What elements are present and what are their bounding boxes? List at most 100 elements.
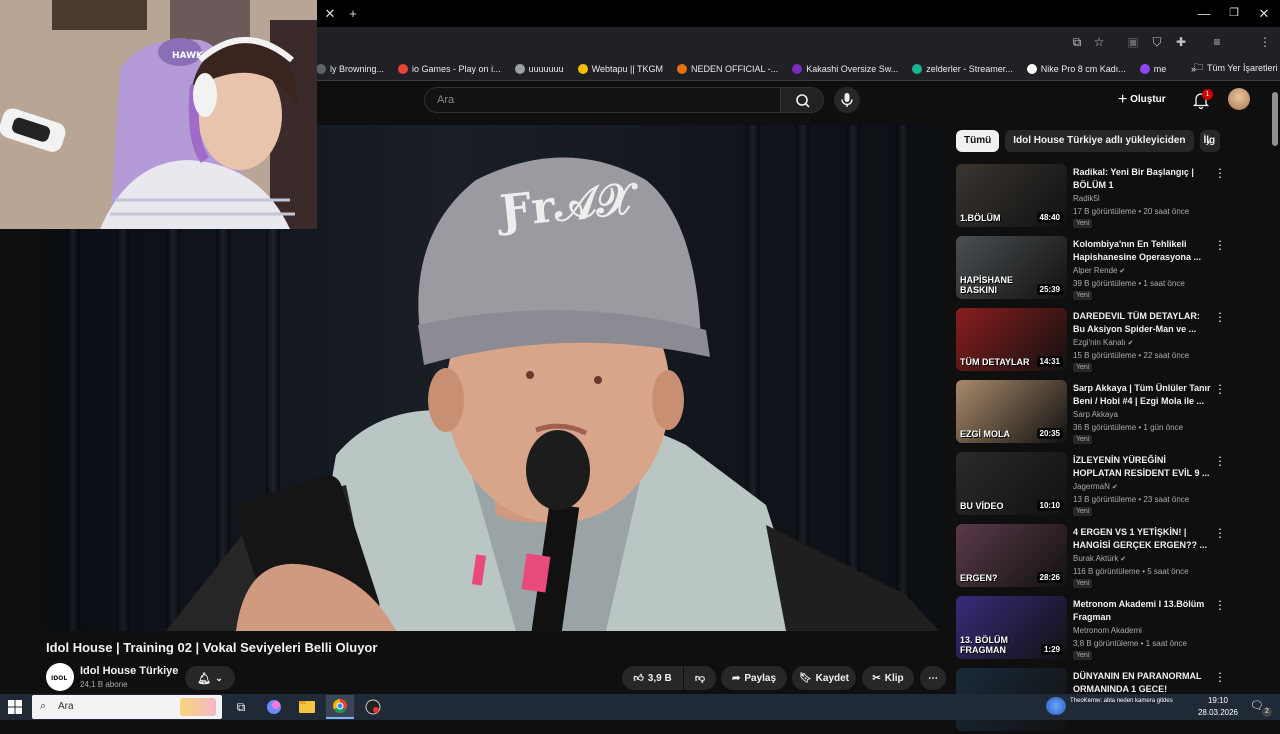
recommended-channel-name[interactable]: Sarp Akkaya: [1073, 410, 1118, 419]
windows-start-icon[interactable]: [8, 700, 22, 714]
chrome-icon[interactable]: [326, 695, 354, 719]
recommended-video-title[interactable]: 4 ERGEN VS 1 YETİŞKİN! | HANGİSİ GERÇEK …: [1073, 526, 1211, 552]
copilot-icon[interactable]: [260, 695, 288, 719]
more-options-icon[interactable]: ⋮: [1214, 454, 1226, 468]
page-scrollbar[interactable]: [1272, 92, 1278, 146]
system-clock[interactable]: 19:10 28.03.2026: [1196, 695, 1240, 719]
bookmark-label: zelderler - Streamer...: [926, 63, 1013, 74]
video-thumbnail[interactable]: EZGİ MOLA 20:35: [956, 380, 1067, 443]
recommended-video-meta: 13 B görüntüleme • 23 saat önce: [1073, 495, 1190, 504]
more-options-icon[interactable]: ⋮: [1214, 238, 1226, 252]
recommended-channel-name[interactable]: JagermaN ✔: [1073, 482, 1118, 491]
search-button[interactable]: [780, 87, 824, 113]
close-window-button[interactable]: ✕: [1254, 0, 1274, 27]
recommended-channel-name[interactable]: Burak Aktürk ✔: [1073, 554, 1126, 563]
recommended-video[interactable]: HAPİSHANE BASKINI 25:39 Kolombiya'nın En T…: [956, 236, 1232, 302]
webcam-overlay: HAWK: [0, 0, 317, 229]
file-explorer-icon[interactable]: [293, 695, 321, 719]
bookmark-item[interactable]: zelderler - Streamer...: [905, 63, 1020, 74]
save-button[interactable]: 🔖︎ Kaydet: [792, 666, 856, 690]
video-thumbnail[interactable]: 1.BÖLÜM 48:40: [956, 164, 1067, 227]
channel-avatar[interactable]: IDOL: [46, 663, 74, 691]
recommended-video[interactable]: 1.BÖLÜM 48:40 Radikal: Yeni Bir Başlangıç …: [956, 164, 1232, 230]
more-options-icon[interactable]: ⋮: [1214, 166, 1226, 180]
more-options-icon[interactable]: ⋮: [1214, 598, 1226, 612]
channel-name[interactable]: Idol House Türkiye: [80, 665, 178, 677]
create-button[interactable]: + Oluştur: [1118, 89, 1178, 111]
bookmark-item[interactable]: io Games - Play on i...: [391, 63, 508, 74]
media-control-icon[interactable]: ≡: [1206, 27, 1228, 57]
recommended-video-title[interactable]: Sarp Akkaya | Tüm Ünlüler Tanır Beni / H…: [1073, 382, 1211, 408]
more-horizontal-icon: ⋯: [928, 672, 938, 684]
bookmark-item[interactable]: Webtapu || TKGM: [571, 63, 670, 74]
all-bookmarks-button[interactable]: 🗀 Tüm Yer İşaretleri: [1194, 60, 1278, 76]
share-button[interactable]: ➦ Paylaş: [721, 666, 787, 690]
search-icon: [796, 94, 810, 108]
search-input[interactable]: Ara: [424, 87, 781, 113]
new-tab-button[interactable]: +: [343, 0, 363, 27]
recommended-video[interactable]: 13. BÖLÜM FRAGMAN 1:29 Metronom Akademi I …: [956, 596, 1232, 662]
clip-button[interactable]: ✂ Klip: [862, 666, 914, 690]
subscription-bell-button[interactable]: 🔔︎ ⌄: [185, 666, 235, 690]
bookmark-item[interactable]: me: [1133, 63, 1174, 74]
plus-icon: +: [1118, 91, 1128, 108]
more-actions-button[interactable]: ⋯: [920, 666, 946, 690]
recommended-video-title[interactable]: Kolombiya'nın En Tehlikeli Hapishanesine…: [1073, 238, 1211, 264]
like-button[interactable]: 👍︎ 3,9 B: [622, 666, 683, 690]
verified-check-icon: ✔: [1109, 484, 1118, 491]
extension-icon[interactable]: ▣: [1122, 27, 1144, 57]
more-options-icon[interactable]: ⋮: [1214, 382, 1226, 396]
bookmark-item[interactable]: NEDEN OFFICIAL -...: [670, 63, 785, 74]
recommended-video[interactable]: TÜM DETAYLAR 14:31 DAREDEVIL TÜM DETAYLAR:…: [956, 308, 1232, 374]
recommended-video-title[interactable]: DAREDEVIL TÜM DETAYLAR: Bu Aksiyon Spide…: [1073, 310, 1211, 336]
chevron-right-icon[interactable]: ›: [1200, 133, 1216, 149]
dislike-button[interactable]: 👎︎: [684, 666, 716, 690]
thumbnail-text: TÜM DETAYLAR: [960, 357, 1030, 367]
recommended-video-meta: 3,8 B görüntüleme • 1 saat önce: [1073, 639, 1187, 648]
search-icon: ⌕: [40, 700, 47, 712]
recommended-video-title[interactable]: Radikal: Yeni Bir Başlangıç | BÖLÜM 1: [1073, 166, 1211, 192]
recommended-video[interactable]: ERGEN? 28:26 4 ERGEN VS 1 YETİŞKİN! | HANG…: [956, 524, 1232, 590]
verified-check-icon: ✔: [1118, 556, 1127, 563]
video-duration: 20:35: [1036, 428, 1063, 439]
recommended-channel-name[interactable]: Ezgi'nin Kanalı ✔: [1073, 338, 1133, 347]
voice-search-button[interactable]: [834, 87, 860, 113]
minimize-window-button[interactable]: —: [1194, 0, 1214, 27]
recommended-video[interactable]: EZGİ MOLA 20:35 Sarp Akkaya | Tüm Ünlüler …: [956, 380, 1232, 446]
video-thumbnail[interactable]: TÜM DETAYLAR 14:31: [956, 308, 1067, 371]
recommended-video-title[interactable]: İZLEYENİN YÜREĞİNİ HOPLATAN RESİDENT EVİ…: [1073, 454, 1211, 480]
new-badge: Yeni: [1073, 651, 1093, 660]
chip-from-uploader[interactable]: Idol House Türkiye adlı yükleyiciden: [1005, 130, 1194, 152]
more-options-icon[interactable]: ⋮: [1214, 310, 1226, 324]
puzzle-icon[interactable]: ✚: [1170, 27, 1192, 57]
menu-kebab-icon[interactable]: ⋮: [1254, 27, 1276, 57]
recommended-video-title[interactable]: Metronom Akademi I 13.Bölüm Fragman: [1073, 598, 1211, 624]
video-thumbnail[interactable]: BU VİDEO 10:10: [956, 452, 1067, 515]
cast-icon[interactable]: ⧉: [1066, 27, 1088, 57]
bookmark-item[interactable]: Nike Pro 8 cm Kadı...: [1020, 63, 1133, 74]
obs-icon[interactable]: [359, 695, 387, 719]
task-view-icon[interactable]: ⧉: [227, 695, 255, 719]
shield-icon[interactable]: ⛉: [1146, 27, 1168, 57]
recommended-video[interactable]: BU VİDEO 10:10 İZLEYENİN YÜREĞİNİ HOPLATAN…: [956, 452, 1232, 518]
weather-icon[interactable]: [1046, 697, 1066, 715]
video-thumbnail[interactable]: ERGEN? 28:26: [956, 524, 1067, 587]
restore-window-button[interactable]: ❐: [1224, 0, 1244, 27]
video-thumbnail[interactable]: HAPİSHANE BASKINI 25:39: [956, 236, 1067, 299]
recommended-channel-name[interactable]: Radik5l: [1073, 194, 1100, 203]
bookmark-item[interactable]: Kakashi Oversize Sw...: [785, 63, 905, 74]
bookmark-label: io Games - Play on i...: [412, 63, 501, 74]
video-duration: 14:31: [1036, 356, 1063, 367]
video-thumbnail[interactable]: 13. BÖLÜM FRAGMAN 1:29: [956, 596, 1067, 659]
bookmark-star-icon[interactable]: ☆: [1088, 27, 1110, 57]
bookmark-favicon-icon: [316, 63, 326, 74]
bookmark-item[interactable]: uuuuuuu: [508, 63, 571, 74]
recommended-video-title[interactable]: DÜNYANIN EN PARANORMAL ORMANINDA 1 GECE!: [1073, 670, 1211, 696]
chip-all[interactable]: Tümü: [956, 130, 1000, 152]
recommended-channel-name[interactable]: Alper Rende ✔: [1073, 266, 1125, 275]
recommended-channel-name[interactable]: Metronom Akademi: [1073, 626, 1142, 635]
close-tab-icon[interactable]: ✕: [320, 0, 340, 27]
more-options-icon[interactable]: ⋮: [1214, 670, 1226, 684]
account-avatar[interactable]: [1228, 88, 1250, 110]
more-options-icon[interactable]: ⋮: [1214, 526, 1226, 540]
